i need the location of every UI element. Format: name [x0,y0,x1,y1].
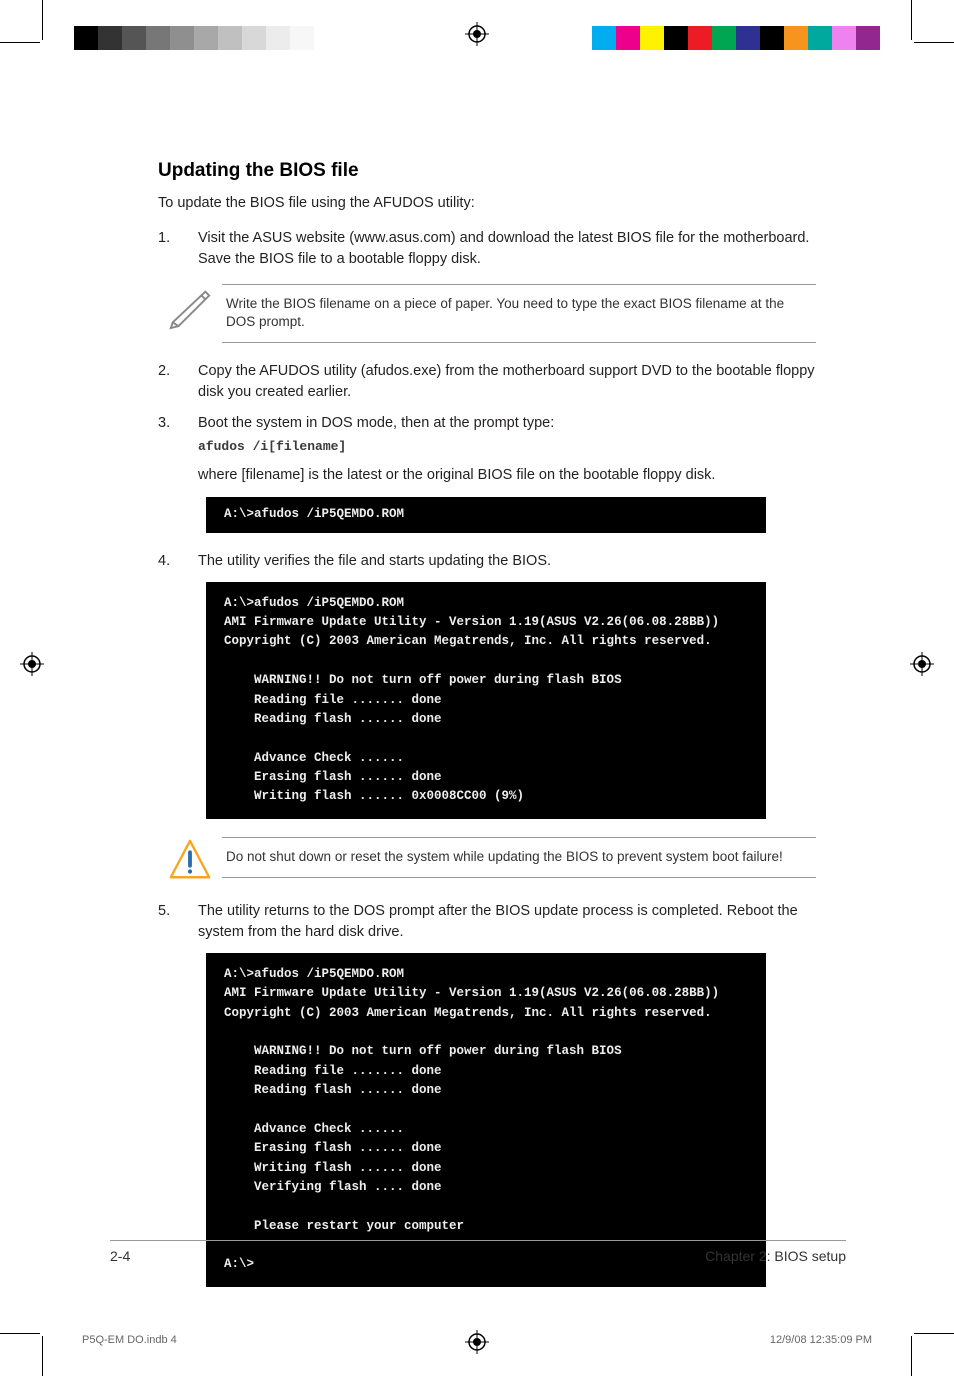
step-2: 2. Copy the AFUDOS utility (afudos.exe) … [158,361,816,403]
step-text: The utility verifies the file and starts… [198,551,816,572]
color-bar [592,26,880,50]
step-text-line: Boot the system in DOS mode, then at the… [198,415,554,431]
swatch [218,26,242,50]
print-slug: P5Q-EM DO.indb 4 12/9/08 12:35:09 PM [82,1334,872,1346]
warning-text: Do not shut down or reset the system whi… [222,837,816,878]
swatch [640,26,664,50]
step-text: Boot the system in DOS mode, then at the… [198,413,816,457]
swatch [290,26,314,50]
crop-mark [914,1333,954,1334]
crop-mark [42,0,43,40]
swatch [592,26,616,50]
content-area: Updating the BIOS file To update the BIO… [158,160,816,1305]
pencil-note-icon [158,284,222,330]
swatch [784,26,808,50]
grayscale-bar [74,26,314,50]
swatch [688,26,712,50]
registration-mark-icon [465,22,489,46]
terminal-output: A:\>afudos /iP5QEMDO.ROM AMI Firmware Up… [206,582,766,819]
step-subtext: where [filename] is the latest or the or… [198,467,816,483]
swatch [242,26,266,50]
crop-mark [0,1333,40,1334]
swatch [808,26,832,50]
swatch [98,26,122,50]
swatch [122,26,146,50]
step-1: 1. Visit the ASUS website (www.asus.com)… [158,228,816,270]
terminal-output: A:\>afudos /iP5QEMDO.ROM AMI Firmware Up… [206,953,766,1287]
swatch [146,26,170,50]
steps-list: 5. The utility returns to the DOS prompt… [158,901,816,943]
swatch [712,26,736,50]
step-number: 3. [158,413,198,457]
step-text: Copy the AFUDOS utility (afudos.exe) fro… [198,361,816,403]
crop-mark [911,1336,912,1376]
swatch [664,26,688,50]
swatch [832,26,856,50]
note-callout: Write the BIOS filename on a piece of pa… [158,284,816,344]
step-number: 5. [158,901,198,943]
swatch [760,26,784,50]
registration-mark-icon [20,652,44,676]
warning-callout: Do not shut down or reset the system whi… [158,837,816,883]
step-number: 2. [158,361,198,403]
swatch [616,26,640,50]
terminal-output: A:\>afudos /iP5QEMDO.ROM [206,497,766,532]
page: Updating the BIOS file To update the BIO… [0,0,954,1376]
step-text: The utility returns to the DOS prompt af… [198,901,816,943]
step-4: 4. The utility verifies the file and sta… [158,551,816,572]
slug-timestamp: 12/9/08 12:35:09 PM [770,1334,872,1346]
swatch [74,26,98,50]
section-heading: Updating the BIOS file [158,160,816,182]
step-number: 1. [158,228,198,270]
warning-triangle-icon [158,837,222,883]
crop-mark [914,42,954,43]
chapter-title: Chapter 2: BIOS setup [705,1248,846,1264]
swatch [194,26,218,50]
swatch [266,26,290,50]
steps-list: 4. The utility verifies the file and sta… [158,551,816,572]
swatch [170,26,194,50]
steps-list: 1. Visit the ASUS website (www.asus.com)… [158,228,816,270]
intro-text: To update the BIOS file using the AFUDOS… [158,194,816,214]
crop-mark [42,1336,43,1376]
command-code: afudos /i[filename] [198,438,816,457]
swatch [856,26,880,50]
page-footer: 2-4 Chapter 2: BIOS setup [110,1248,846,1264]
steps-list: 2. Copy the AFUDOS utility (afudos.exe) … [158,361,816,457]
step-5: 5. The utility returns to the DOS prompt… [158,901,816,943]
footer-rule [110,1240,846,1241]
swatch [736,26,760,50]
crop-mark [0,42,40,43]
registration-mark-icon [910,652,934,676]
note-text: Write the BIOS filename on a piece of pa… [222,284,816,344]
step-number: 4. [158,551,198,572]
step-text: Visit the ASUS website (www.asus.com) an… [198,228,816,270]
slug-filename: P5Q-EM DO.indb 4 [82,1334,177,1346]
crop-mark [911,0,912,40]
step-3: 3. Boot the system in DOS mode, then at … [158,413,816,457]
page-number: 2-4 [110,1248,130,1264]
